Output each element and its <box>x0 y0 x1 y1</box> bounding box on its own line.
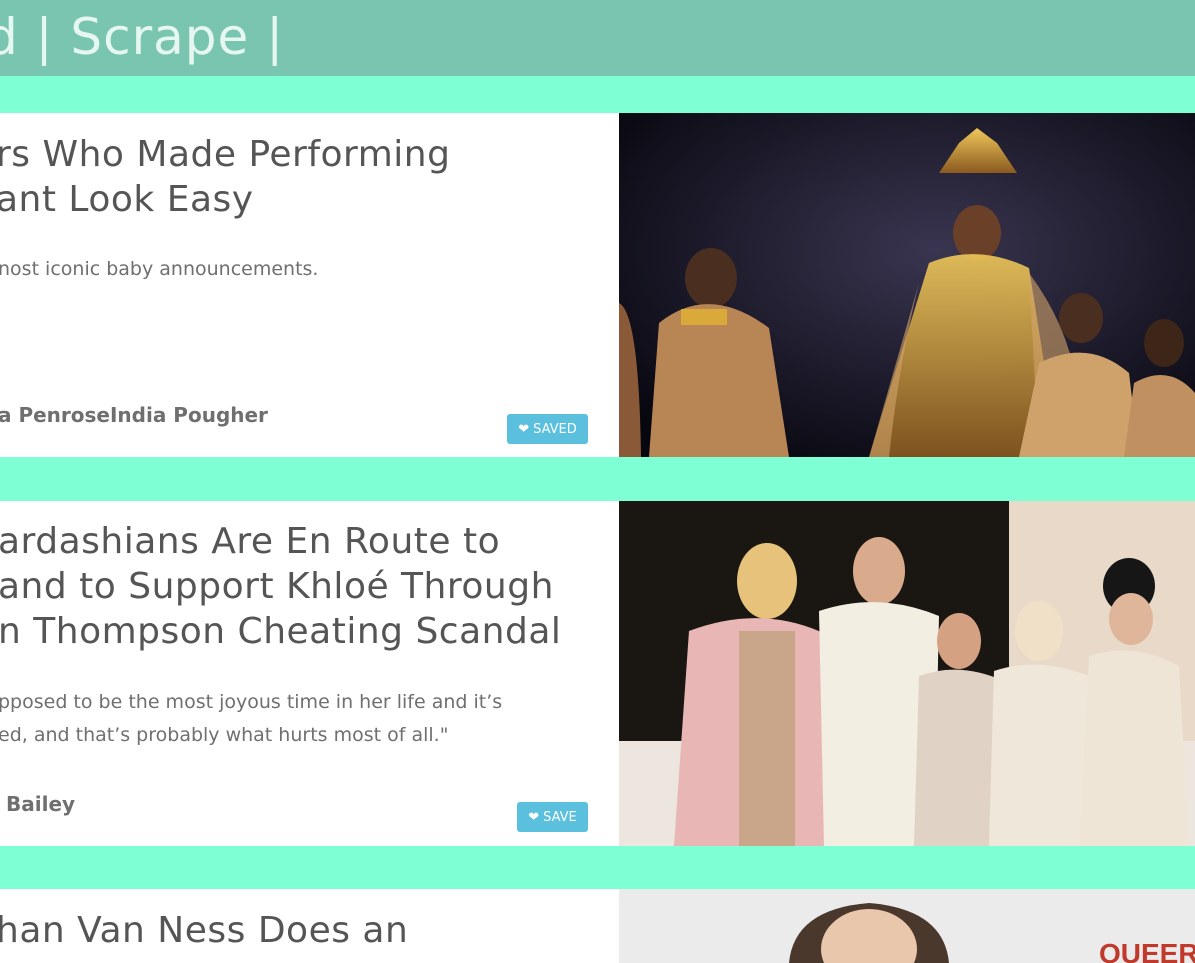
article-title[interactable]: rs Who Made Performing ant Look Easy <box>0 132 450 222</box>
article-image-performer[interactable] <box>619 113 1195 457</box>
image-overlay-text: QUEER EYE <box>1099 938 1195 963</box>
article-text: ardashians Are En Route to and to Suppor… <box>0 501 619 846</box>
article-summary-line: nost iconic baby announcements. <box>0 258 319 280</box>
article-summary-line: ed, and that’s probably what hurts most … <box>0 724 449 746</box>
save-button-label: SAVED <box>533 421 577 437</box>
article-title-line: ardashians Are En Route to <box>0 521 501 562</box>
article-text: rs Who Made Performing ant Look Easy nos… <box>0 113 619 457</box>
article-card: han Van Ness Does an QUEER EYE <box>0 889 1195 963</box>
article-title[interactable]: ardashians Are En Route to and to Suppor… <box>0 519 561 654</box>
save-button-label: SAVE <box>543 809 577 825</box>
article-title-line: and to Support Khloé Through <box>0 566 554 607</box>
article-text: han Van Ness Does an <box>0 889 619 963</box>
article-image-portrait[interactable]: QUEER EYE <box>619 889 1195 963</box>
heart-icon: ❤ <box>518 421 530 437</box>
site-brand: d | Scrape | <box>0 8 285 66</box>
saved-button[interactable]: ❤ SAVED <box>507 414 588 444</box>
article-image-group[interactable] <box>619 501 1195 846</box>
site-header: d | Scrape | <box>0 0 1195 76</box>
article-card: rs Who Made Performing ant Look Easy nos… <box>0 113 1195 457</box>
article-title-line: n Thompson Cheating Scandal <box>0 611 562 652</box>
save-button[interactable]: ❤ SAVE <box>517 802 588 832</box>
article-card: ardashians Are En Route to and to Suppor… <box>0 501 1195 846</box>
article-title-line: ant Look Easy <box>0 179 254 220</box>
article-title[interactable]: han Van Ness Does an <box>0 908 408 953</box>
heart-icon: ❤ <box>528 809 540 825</box>
article-title-line: han Van Ness Does an <box>0 910 409 951</box>
article-summary: nost iconic baby announcements. <box>0 253 318 286</box>
article-author: Bailey <box>6 792 76 816</box>
article-summary: pposed to be the most joyous time in her… <box>0 686 502 752</box>
article-author: a PenroseIndia Pougher <box>0 403 268 427</box>
article-title-line: rs Who Made Performing <box>0 134 451 175</box>
article-summary-line: pposed to be the most joyous time in her… <box>0 691 503 713</box>
